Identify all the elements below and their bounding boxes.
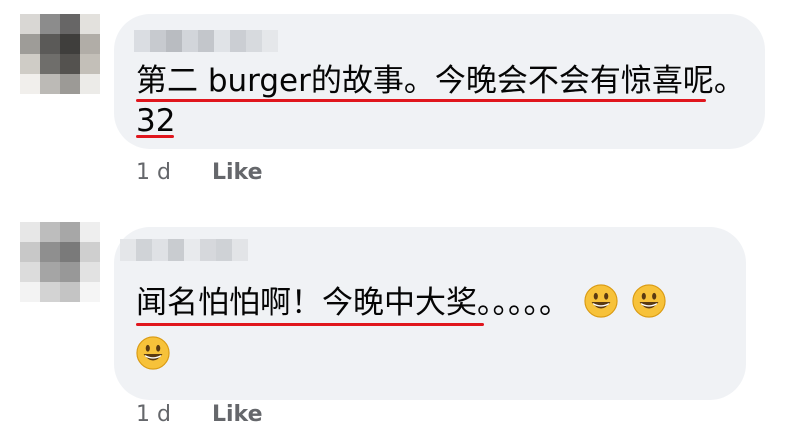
red-underline-annotation: [136, 99, 706, 102]
comment-1: 第二 burger的故事。今晚会不会有惊喜呢。 32 1 d Like: [0, 0, 800, 205]
comment-timestamp[interactable]: 1 d: [136, 160, 171, 185]
like-button[interactable]: Like: [212, 160, 263, 185]
comment-meta: 1 d Like: [136, 160, 263, 185]
comment-timestamp[interactable]: 1 d: [136, 402, 171, 427]
comment-meta: 1 d Like: [136, 402, 263, 427]
comment-text-line-1: 闻名怕怕啊！今晚中大奖。。。。。: [136, 283, 666, 323]
grinning-face-emoji-icon: [632, 284, 666, 318]
red-underline-annotation: [136, 323, 484, 326]
avatar-blurred[interactable]: [20, 14, 100, 94]
comment-text-line-1: 第二 burger的故事。今晚会不会有惊喜呢。: [136, 63, 745, 99]
comment-bubble: 第二 burger的故事。今晚会不会有惊喜呢。 32: [114, 14, 765, 149]
avatar-blurred[interactable]: [20, 222, 100, 302]
grinning-face-emoji-icon: [136, 336, 170, 370]
commenter-name-blurred[interactable]: [134, 30, 278, 52]
commenter-name-blurred[interactable]: [120, 239, 248, 261]
comment-bubble: 闻名怕怕啊！今晚中大奖。。。。。: [114, 227, 746, 400]
red-underline-annotation: [136, 135, 174, 138]
comment-2: 闻名怕怕啊！今晚中大奖。。。。。 1 d Like: [0, 212, 800, 437]
comment-text: 闻名怕怕啊！今晚中大奖。。。。。: [136, 285, 570, 321]
like-button[interactable]: Like: [212, 402, 263, 427]
comment-text-line-2: [136, 335, 170, 375]
grinning-face-emoji-icon: [584, 284, 618, 318]
